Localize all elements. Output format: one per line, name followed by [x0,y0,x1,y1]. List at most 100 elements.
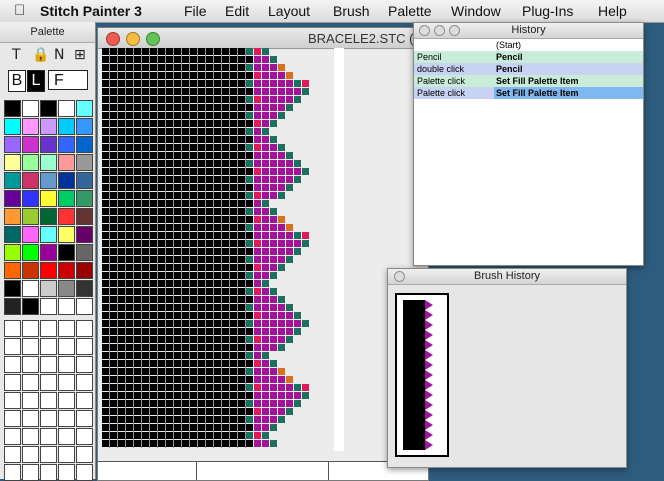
stitch-cell[interactable] [214,408,221,415]
stitch-cell[interactable] [270,104,277,111]
stitch-cell[interactable] [278,152,285,159]
stitch-cell[interactable] [190,368,197,375]
stitch-cell[interactable] [190,296,197,303]
stitch-cell[interactable] [190,272,197,279]
stitch-cell[interactable] [262,424,269,431]
stitch-cell[interactable] [174,56,181,63]
stitch-cell[interactable] [134,408,141,415]
stitch-cell[interactable] [126,72,133,79]
stitch-cell[interactable] [278,168,285,175]
stitch-cell[interactable] [286,232,293,239]
stitch-cell[interactable] [214,128,221,135]
stitch-cell[interactable] [134,176,141,183]
stitch-cell[interactable] [246,384,253,391]
stitch-cell[interactable] [134,288,141,295]
stitch-cell[interactable] [238,248,245,255]
stitch-cell[interactable] [134,160,141,167]
stitch-cell[interactable] [110,352,117,359]
stitch-cell[interactable] [270,208,277,215]
stitch-cell[interactable] [222,432,229,439]
stitch-cell[interactable] [158,280,165,287]
stitch-cell[interactable] [262,240,269,247]
empty-swatch[interactable] [4,320,21,337]
stitch-cell[interactable] [102,48,109,55]
stitch-cell[interactable] [102,312,109,319]
stitch-cell[interactable] [238,280,245,287]
stitch-cell[interactable] [214,376,221,383]
stitch-cell[interactable] [286,376,293,383]
stitch-cell[interactable] [286,96,293,103]
stitch-cell[interactable] [134,392,141,399]
stitch-cell[interactable] [190,408,197,415]
stitch-cell[interactable] [110,312,117,319]
stitch-cell[interactable] [118,88,125,95]
empty-swatch[interactable] [76,392,93,409]
stitch-cell[interactable] [214,384,221,391]
stitch-cell[interactable] [174,88,181,95]
stitch-cell[interactable] [222,288,229,295]
stitch-cell[interactable] [206,192,213,199]
stitch-cell[interactable] [206,400,213,407]
stitch-cell[interactable] [182,96,189,103]
empty-swatch[interactable] [22,374,39,391]
stitch-cell[interactable] [214,248,221,255]
palette-swatch[interactable] [76,118,93,135]
stitch-cell[interactable] [158,256,165,263]
minimize-button[interactable] [434,25,445,36]
stitch-cell[interactable] [158,88,165,95]
empty-swatch[interactable] [4,338,21,355]
stitch-cell[interactable] [174,192,181,199]
stitch-cell[interactable] [278,408,285,415]
stitch-cell[interactable] [206,80,213,87]
stitch-cell[interactable] [246,200,253,207]
stitch-cell[interactable] [174,400,181,407]
stitch-cell[interactable] [134,104,141,111]
stitch-cell[interactable] [270,424,277,431]
stitch-cell[interactable] [166,376,173,383]
stitch-cell[interactable] [214,232,221,239]
stitch-cell[interactable] [230,80,237,87]
stitch-cell[interactable] [182,216,189,223]
stitch-cell[interactable] [166,344,173,351]
stitch-cell[interactable] [206,104,213,111]
stitch-cell[interactable] [286,328,293,335]
stitch-cell[interactable] [238,136,245,143]
stitch-cell[interactable] [102,72,109,79]
stitch-cell[interactable] [238,272,245,279]
stitch-cell[interactable] [102,224,109,231]
stitch-cell[interactable] [222,176,229,183]
stitch-cell[interactable] [134,272,141,279]
stitch-cell[interactable] [246,168,253,175]
stitch-cell[interactable] [278,376,285,383]
stitch-cell[interactable] [150,360,157,367]
empty-swatch[interactable] [4,392,21,409]
stitch-cell[interactable] [134,328,141,335]
empty-swatch[interactable] [58,374,75,391]
stitch-cell[interactable] [134,64,141,71]
stitch-cell[interactable] [270,152,277,159]
palette-swatch[interactable] [40,118,57,135]
stitch-cell[interactable] [142,336,149,343]
stitch-cell[interactable] [270,184,277,191]
stitch-cell[interactable] [206,408,213,415]
stitch-cell[interactable] [278,328,285,335]
stitch-cell[interactable] [110,400,117,407]
stitch-cell[interactable] [230,304,237,311]
stitch-cell[interactable] [102,120,109,127]
palette-swatch[interactable] [40,226,57,243]
empty-swatch[interactable] [58,356,75,373]
stitch-cell[interactable] [222,80,229,87]
stitch-cell[interactable] [190,120,197,127]
stitch-cell[interactable] [126,296,133,303]
stitch-cell[interactable] [230,232,237,239]
stitch-cell[interactable] [190,72,197,79]
stitch-cell[interactable] [166,256,173,263]
stitch-cell[interactable] [126,280,133,287]
stitch-cell[interactable] [126,328,133,335]
stitch-cell[interactable] [118,384,125,391]
stitch-cell[interactable] [102,400,109,407]
stitch-cell[interactable] [118,128,125,135]
stitch-cell[interactable] [230,160,237,167]
stitch-cell[interactable] [230,200,237,207]
stitch-cell[interactable] [110,344,117,351]
